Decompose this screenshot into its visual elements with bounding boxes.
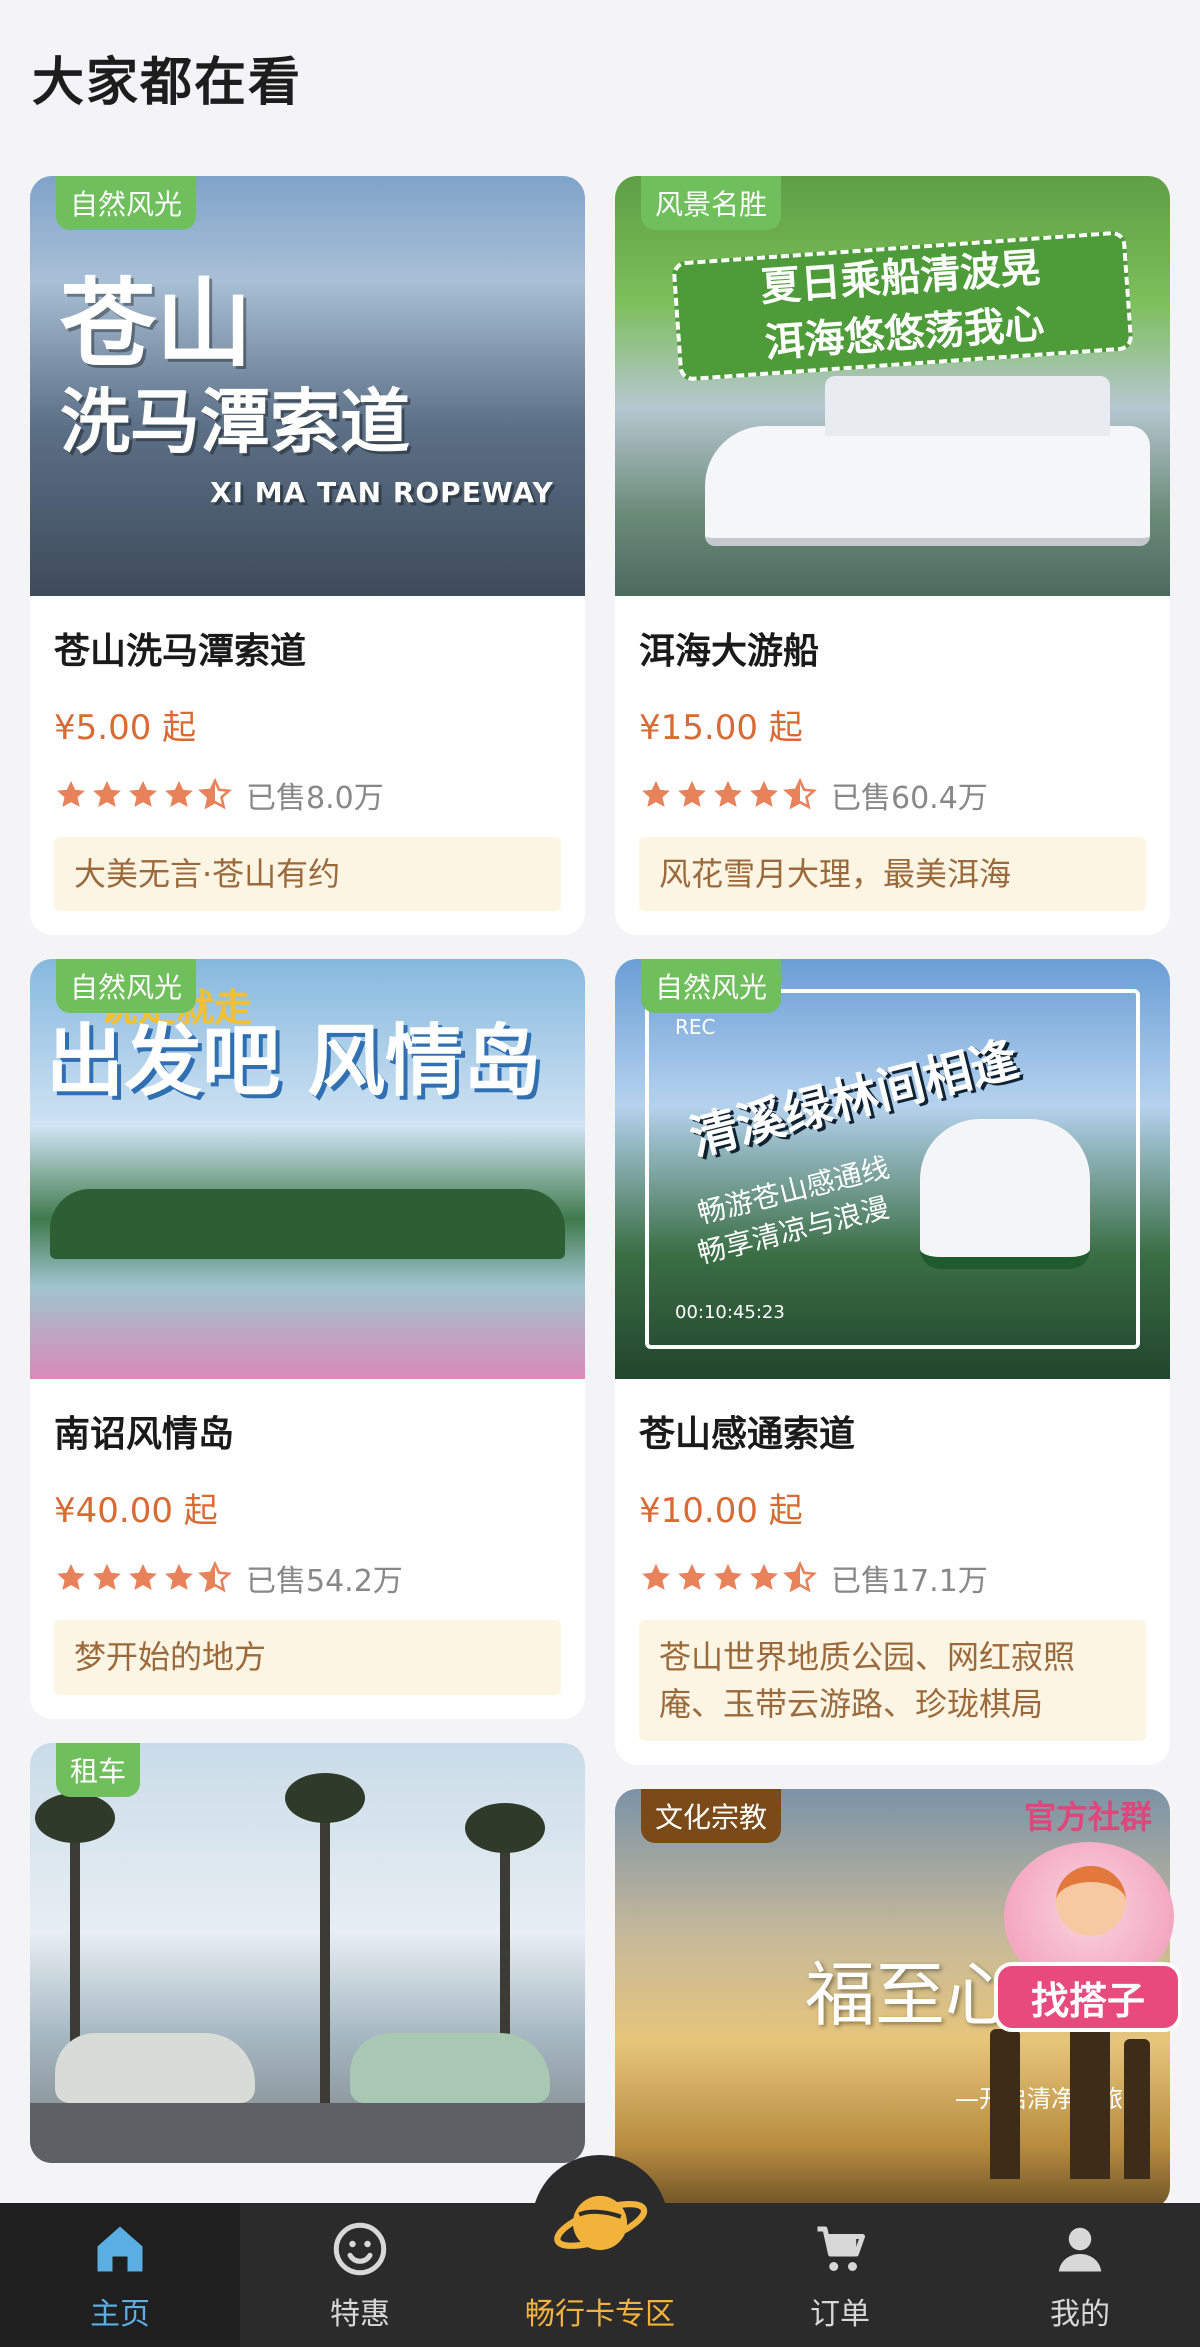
category-tag: 文化宗教 [641, 1789, 782, 1844]
car-illustration [350, 2032, 550, 2103]
star-icon [93, 1564, 121, 1591]
product-card[interactable]: 风景名胜 夏日乘船清波晃 洱海悠悠荡我心 洱海大游船 ¥15.00 起 已售60… [615, 176, 1170, 936]
product-title: 南诏风情岛 [54, 1414, 235, 1456]
star-icon [678, 780, 706, 807]
product-title: 苍山感通索道 [639, 1414, 856, 1456]
rating-stars [639, 1561, 817, 1595]
tab-orders[interactable]: 订单 [720, 2203, 960, 2347]
tab-label: 我的 [1050, 2297, 1110, 2332]
star-half-icon [198, 778, 232, 810]
sold-count: 已售17.1万 [831, 1564, 988, 1600]
product-price: ¥15.00 起 [639, 708, 803, 748]
star-icon [129, 1564, 157, 1591]
avatar [1056, 1866, 1126, 1936]
category-tag: 租车 [56, 1742, 141, 1797]
product-image[interactable]: 自然风光 说走就走 出发吧 风情岛 [30, 959, 585, 1380]
pagoda-illustration [1124, 2039, 1150, 2180]
tab-pass-zone[interactable]: 畅行卡专区 [480, 2155, 720, 2347]
category-tag: 自然风光 [56, 176, 197, 230]
palm-tree [285, 1772, 365, 2103]
tab-label: 主页 [90, 2297, 150, 2332]
product-card[interactable]: 自然风光 说走就走 出发吧 风情岛 南诏风情岛 ¥40.00 起 已售54.2 [30, 959, 585, 1719]
product-image[interactable]: 自然风光 REC 清溪绿林间相逢 畅游苍山感通线 畅享清凉与浪漫 00:10:4… [615, 959, 1170, 1380]
image-caption: XI MA TAN ROPEWAY [210, 476, 554, 509]
smile-icon [333, 2222, 387, 2276]
header: 大家都在看 [0, 0, 1200, 150]
star-icon [165, 1564, 193, 1591]
star-icon [750, 1564, 778, 1591]
island-illustration [50, 1189, 565, 1260]
tab-profile[interactable]: 我的 [960, 2203, 1200, 2347]
left-column: 自然风光 苍山 洗马潭索道 XI MA TAN ROPEWAY 苍山洗马潭索道 … [30, 176, 585, 2187]
user-icon [1058, 2227, 1102, 2272]
cart-icon [817, 2226, 865, 2271]
category-tag: 自然风光 [56, 959, 197, 1014]
star-icon [57, 1564, 85, 1591]
car-illustration [55, 2032, 255, 2103]
image-banner: 夏日乘船清波晃 洱海悠悠荡我心 [671, 230, 1134, 382]
road [30, 2102, 585, 2163]
image-subheadline: 洗马潭索道 [60, 381, 410, 463]
boat-illustration [705, 376, 1150, 546]
sold-count: 已售8.0万 [246, 781, 384, 816]
star-half-icon [198, 1561, 232, 1593]
product-price: ¥10.00 起 [639, 1491, 803, 1532]
product-price: ¥40.00 起 [54, 1491, 218, 1532]
star-half-icon [783, 778, 817, 810]
section-title: 大家都在看 [32, 53, 303, 113]
product-title: 洱海大游船 [639, 631, 820, 672]
rating-stars [639, 778, 817, 812]
rating-stars [54, 1561, 232, 1595]
star-icon [165, 780, 193, 807]
star-icon [714, 780, 742, 807]
tab-label: 特惠 [330, 2297, 390, 2332]
product-description: 风花雪月大理，最美洱海 [639, 837, 1146, 912]
star-icon [93, 780, 121, 807]
image-headline: 出发吧 风情岛 [46, 1017, 542, 1108]
sold-count: 已售60.4万 [831, 781, 988, 816]
sold-count: 已售54.2万 [246, 1564, 403, 1600]
product-image[interactable]: 风景名胜 夏日乘船清波晃 洱海悠悠荡我心 [615, 176, 1170, 596]
community-floating-button[interactable]: 官方社群 找搭子 [994, 1792, 1182, 2032]
star-icon [129, 780, 157, 807]
find-partner-button[interactable]: 找搭子 [994, 1962, 1182, 2032]
tab-label: 订单 [810, 2297, 870, 2332]
product-card[interactable]: 自然风光 REC 清溪绿林间相逢 畅游苍山感通线 畅享清凉与浪漫 00:10:4… [615, 959, 1170, 1766]
planet-icon [554, 2195, 648, 2251]
tab-home[interactable]: 主页 [0, 2203, 240, 2347]
planet-button[interactable] [532, 2155, 668, 2291]
star-icon [714, 1564, 742, 1591]
tab-label: 畅行卡专区 [525, 2297, 675, 2332]
product-title: 苍山洗马潭索道 [54, 631, 307, 672]
product-description: 大美无言·苍山有约 [54, 837, 561, 912]
cable-car-illustration [920, 1119, 1090, 1270]
star-icon [678, 1564, 706, 1591]
product-price: ¥5.00 起 [54, 708, 197, 748]
pagoda-illustration [990, 2029, 1020, 2180]
star-half-icon [783, 1561, 817, 1593]
product-card[interactable]: 租车 [30, 1742, 585, 2163]
category-tag: 风景名胜 [641, 176, 782, 230]
tab-deals[interactable]: 特惠 [240, 2203, 480, 2347]
community-badge-label: 官方社群 [1023, 1798, 1152, 1836]
image-headline: 苍山 [60, 268, 252, 380]
category-tag: 自然风光 [641, 959, 782, 1014]
star-icon [642, 1564, 670, 1591]
star-icon [750, 780, 778, 807]
product-image[interactable]: 租车 [30, 1742, 585, 2163]
product-description: 苍山世界地质公园、网红寂照庵、玉带云游路、珍珑棋局 [639, 1620, 1146, 1742]
bottom-tab-bar: 主页 特惠 畅行卡专区 订单 我的 [0, 2155, 1200, 2347]
rec-indicator: REC [675, 1015, 716, 1040]
product-image[interactable]: 自然风光 苍山 洗马潭索道 XI MA TAN ROPEWAY [30, 176, 585, 596]
home-icon [97, 2226, 143, 2272]
product-card[interactable]: 自然风光 苍山 洗马潭索道 XI MA TAN ROPEWAY 苍山洗马潭索道 … [30, 176, 585, 936]
timecode: 00:10:45:23 [675, 1302, 785, 1324]
rating-stars [54, 778, 232, 812]
star-icon [57, 780, 85, 807]
star-icon [642, 780, 670, 807]
product-description: 梦开始的地方 [54, 1620, 561, 1695]
